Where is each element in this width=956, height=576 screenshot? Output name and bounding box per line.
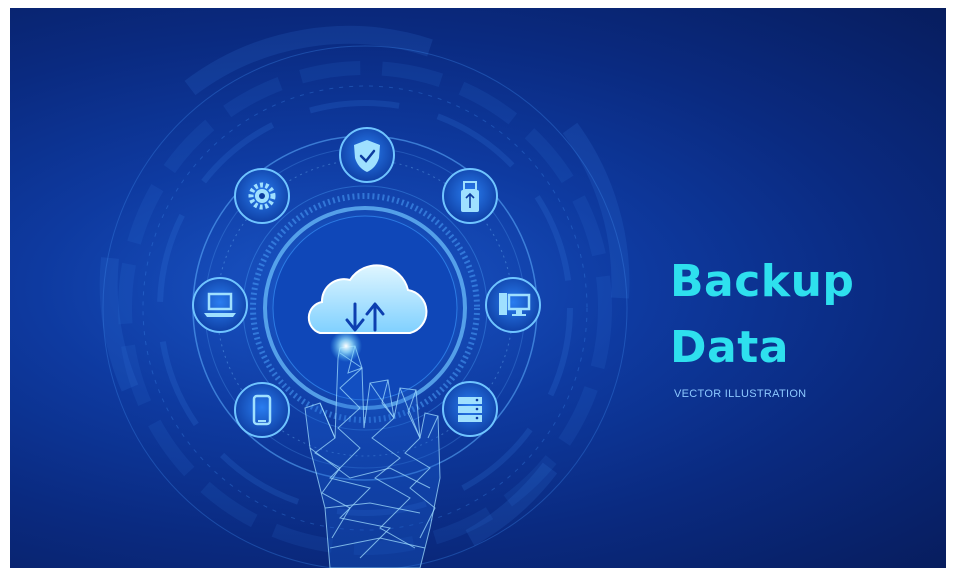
gear-icon — [234, 168, 290, 224]
laptop-icon — [192, 277, 248, 333]
server-icon — [442, 381, 498, 437]
headline-line2: Data — [670, 322, 789, 373]
usb-drive-icon — [442, 168, 498, 224]
smartphone-icon — [234, 382, 290, 438]
shield-check-icon — [339, 127, 395, 183]
subtitle: VECTOR ILLUSTRATION — [674, 388, 807, 400]
illustration-frame: Backup Data VECTOR ILLUSTRATION — [10, 8, 946, 568]
touch-glow — [330, 330, 362, 362]
headline-line1: Backup — [670, 256, 855, 307]
desktop-computer-icon — [485, 277, 541, 333]
